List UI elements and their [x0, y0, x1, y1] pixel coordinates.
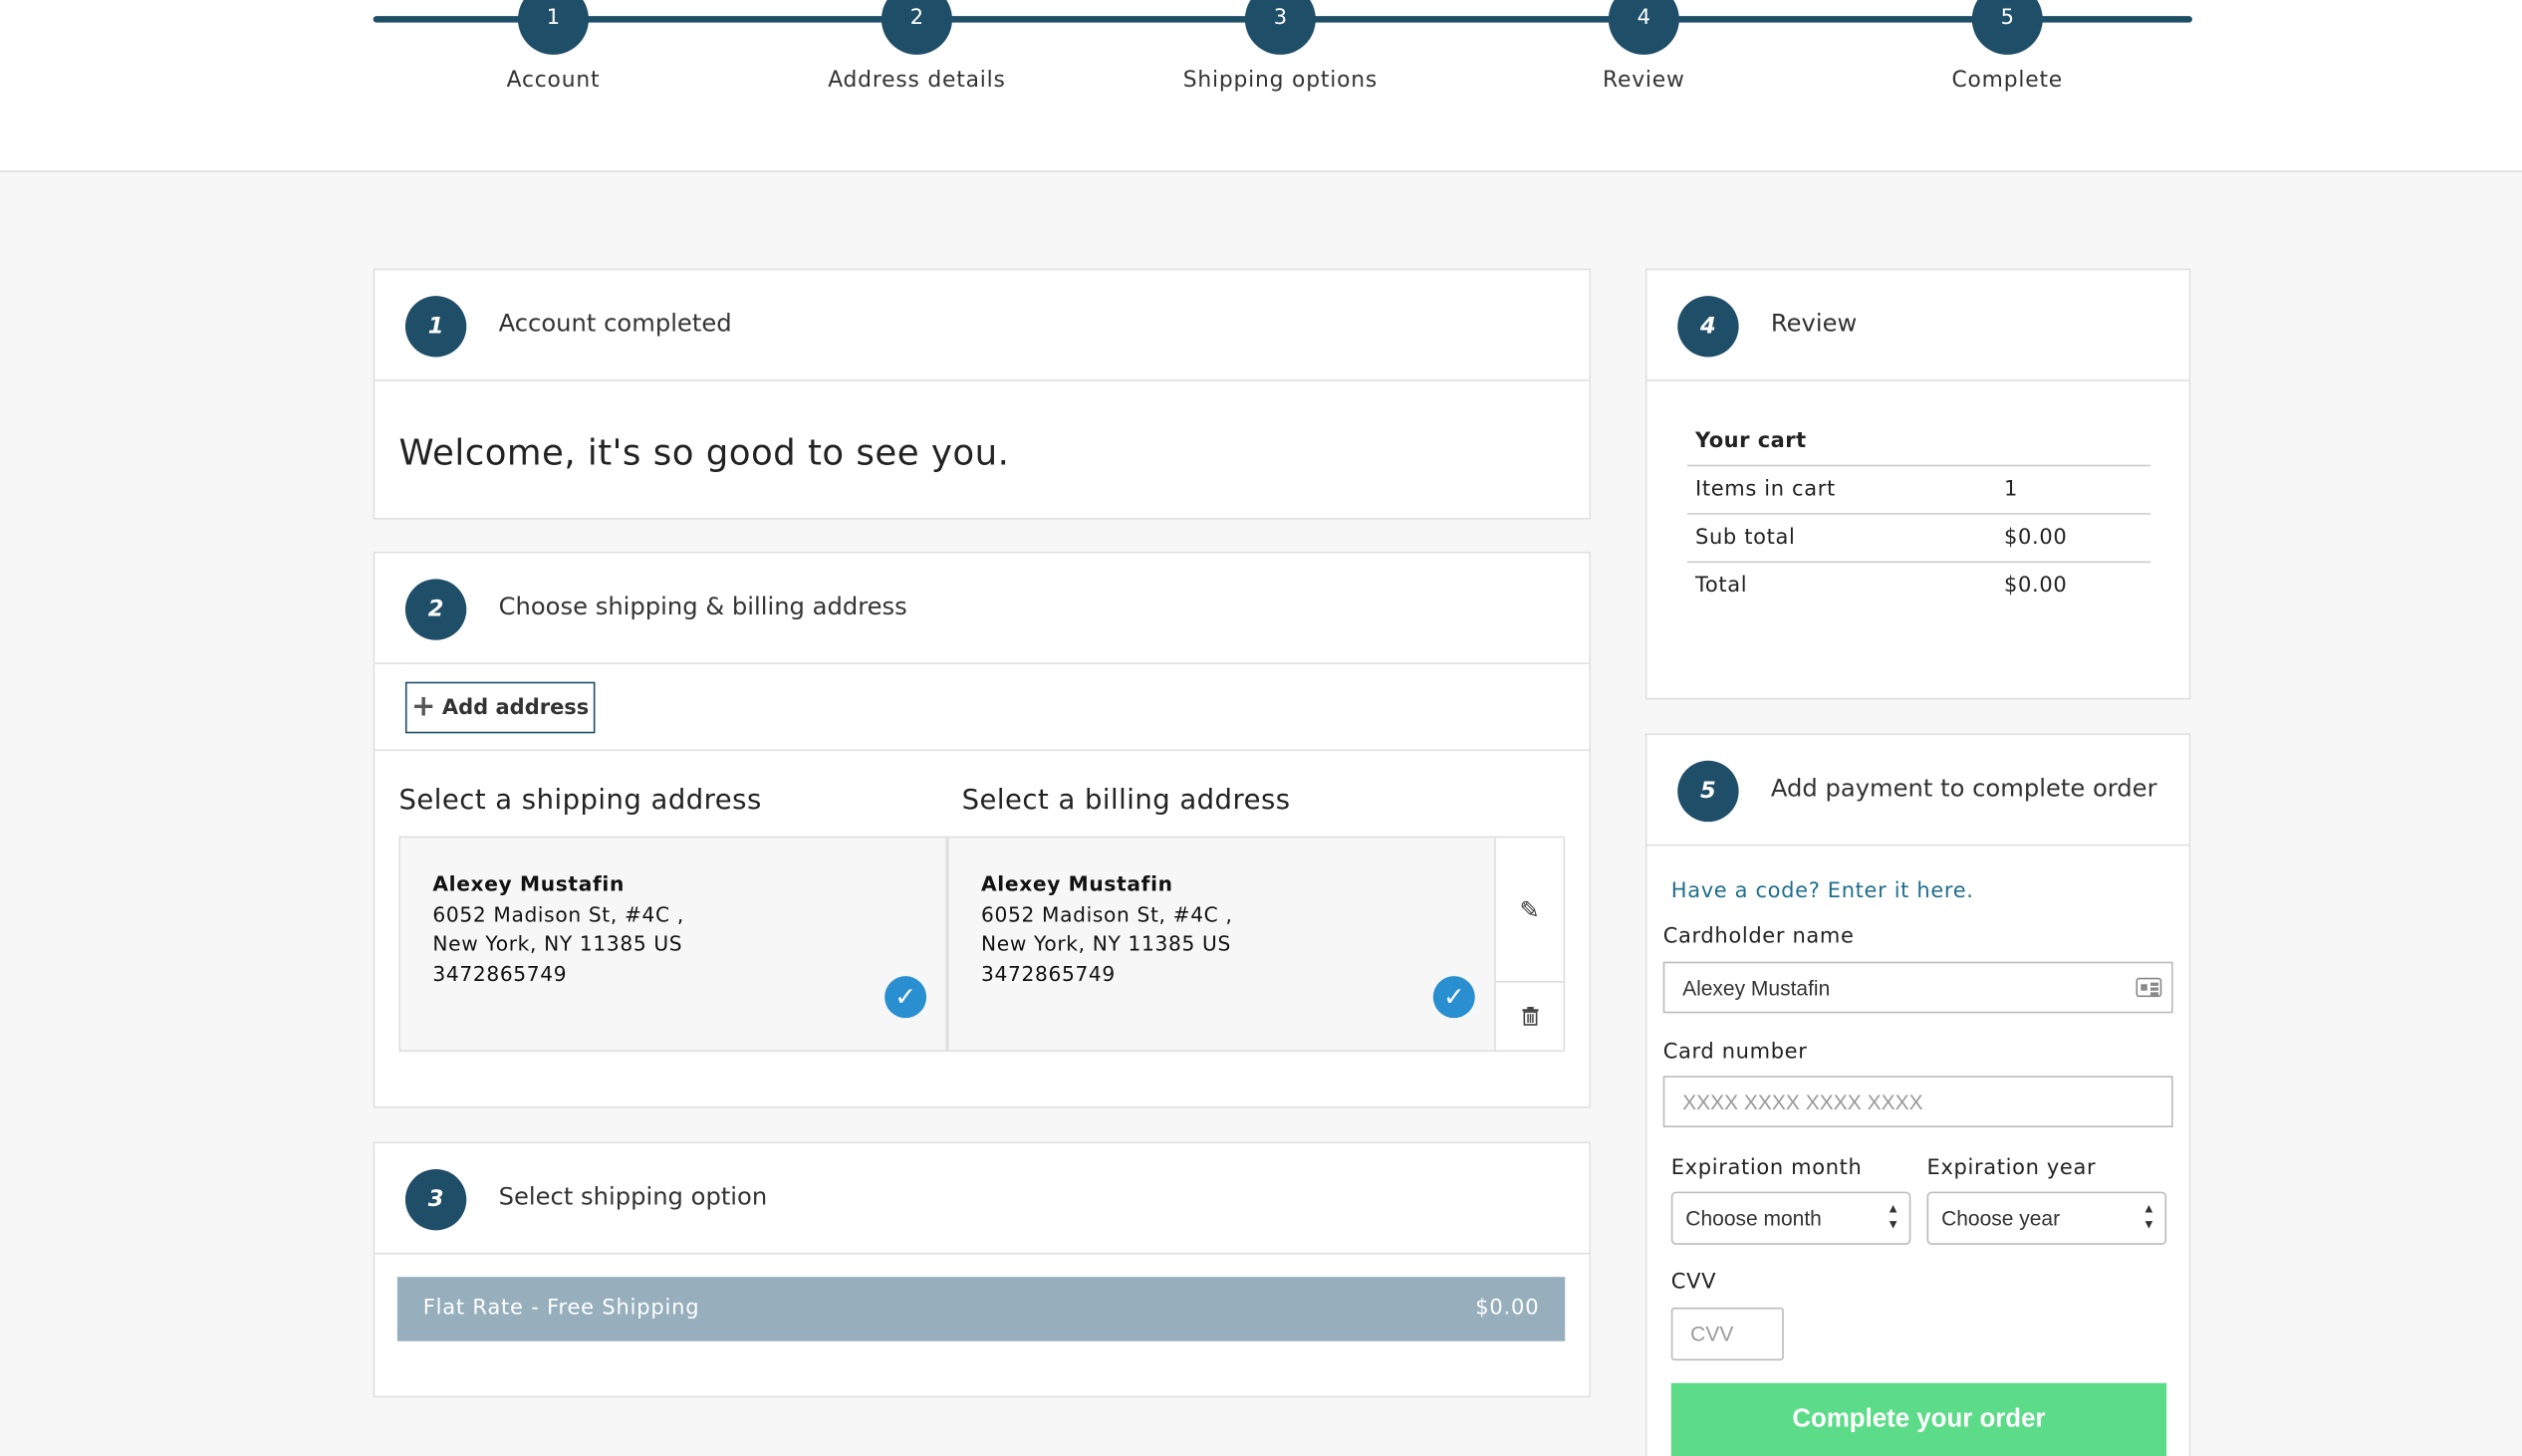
address-phone: 3472865749 [432, 961, 568, 987]
shipping-option-flat-rate[interactable]: Flat Rate - Free Shipping $0.00 [396, 1277, 1566, 1341]
review-panel-header: 4 Review [1646, 270, 2189, 381]
step-number: 2 [881, 0, 952, 55]
address-name: Alexey Mustafin [432, 871, 626, 896]
address-panel-header: 2 Choose shipping & billing address [375, 553, 1590, 664]
address-line-1: 6052 Madison St, #4C , [981, 901, 1233, 926]
checkout-progress-bar: 1 Account 2 Address details 3 Shipping o… [0, 0, 2522, 172]
promo-code-link[interactable]: Have a code? Enter it here. [1671, 879, 1974, 903]
cart-title: Your cart [1694, 429, 1807, 454]
step-label: Account [506, 67, 601, 94]
table-row: Total $0.00 [1686, 561, 2150, 609]
step-number: 5 [1971, 0, 2043, 55]
divider [375, 749, 1590, 752]
selected-check-icon: ✓ [884, 976, 927, 1019]
select-arrows-icon: ▲ ▼ [1887, 1201, 1900, 1232]
billing-address-heading: Select a billing address [961, 785, 1291, 818]
shipping-option-panel: 3 Select shipping option Flat Rate - Fre… [373, 1141, 1592, 1398]
expiration-month-select[interactable]: Choose month ▲ ▼ [1670, 1191, 1911, 1245]
step-label: Complete [1951, 67, 2064, 94]
address-panel: 2 Choose shipping & billing address + Ad… [373, 551, 1592, 1108]
shipping-address-card[interactable]: Alexey Mustafin 6052 Madison St, #4C , N… [398, 836, 948, 1053]
review-panel: 4 Review Your cart Items in cart 1 Sub t… [1644, 268, 2191, 700]
table-row: Items in cart 1 [1686, 464, 2150, 513]
section-title: Review [1770, 309, 1858, 339]
cvv-label: CVV [1670, 1270, 1717, 1295]
shipping-address-heading: Select a shipping address [398, 785, 762, 818]
selected-check-icon: ✓ [1432, 976, 1475, 1019]
welcome-message: Welcome, it's so good to see you. [398, 433, 1010, 475]
address-line-1: 6052 Madison St, #4C , [432, 901, 684, 926]
billing-address-card[interactable]: Alexey Mustafin 6052 Madison St, #4C , N… [947, 836, 1496, 1053]
section-title: Select shipping option [498, 1181, 768, 1211]
card-number-label: Card number [1662, 1040, 1808, 1065]
table-row: Sub total $0.00 [1686, 513, 2150, 561]
address-line-2: New York, NY 11385 US [981, 931, 1231, 956]
add-address-label: Add address [441, 695, 590, 720]
shipping-option-panel-header: 3 Select shipping option [375, 1143, 1590, 1255]
step-number: 4 [1608, 0, 1679, 55]
expiration-year-select[interactable]: Choose year ▲ ▼ [1926, 1191, 2167, 1245]
card-number-input[interactable] [1662, 1076, 2173, 1127]
address-name: Alexey Mustafin [981, 871, 1173, 896]
section-number-badge: 4 [1677, 296, 1739, 358]
select-arrows-icon: ▲ ▼ [2143, 1201, 2155, 1232]
shipping-option-price: $0.00 [1475, 1296, 1540, 1321]
payment-panel: 5 Add payment to complete order Have a c… [1644, 733, 2191, 1456]
address-line-2: New York, NY 11385 US [432, 931, 683, 956]
account-panel: 1 Account completed Welcome, it's so goo… [373, 268, 1592, 520]
step-number: 3 [1244, 0, 1316, 55]
section-title: Choose shipping & billing address [498, 592, 907, 621]
expiration-month-value: Choose month [1685, 1206, 1822, 1231]
cvv-input[interactable] [1670, 1307, 1784, 1361]
section-title: Add payment to complete order [1770, 773, 2157, 803]
shipping-option-name: Flat Rate - Free Shipping [422, 1296, 700, 1321]
add-address-button[interactable]: + Add address [404, 681, 596, 734]
expiration-month-label: Expiration month [1670, 1156, 1863, 1181]
address-phone: 3472865749 [981, 961, 1116, 987]
step-label: Address details [828, 67, 1006, 94]
row-label: Items in cart [1694, 477, 1836, 502]
payment-panel-header: 5 Add payment to complete order [1646, 735, 2189, 847]
row-value: $0.00 [2004, 574, 2068, 599]
section-number-badge: 5 [1677, 760, 1739, 823]
cart-summary-table: Items in cart 1 Sub total $0.00 Total $0… [1686, 464, 2150, 609]
account-panel-header: 1 Account completed [375, 270, 1590, 381]
contact-card-icon [2136, 977, 2162, 998]
step-label: Review [1602, 67, 1685, 94]
section-number-badge: 3 [404, 1168, 467, 1231]
row-label: Total [1694, 574, 1748, 599]
cardholder-name-input[interactable] [1662, 961, 2173, 1014]
address-actions: ✎ [1494, 836, 1566, 1053]
section-title: Account completed [498, 309, 732, 339]
pencil-icon[interactable]: ✎ [1496, 838, 1564, 981]
expiration-year-value: Choose year [1941, 1206, 2061, 1231]
step-number: 1 [517, 0, 590, 55]
cardholder-name-label: Cardholder name [1662, 924, 1855, 949]
section-number-badge: 1 [404, 296, 467, 358]
row-value: $0.00 [2004, 526, 2068, 551]
step-label: Shipping options [1182, 67, 1379, 94]
expiration-year-label: Expiration year [1926, 1156, 2097, 1181]
trash-icon[interactable] [1495, 981, 1564, 1050]
row-value: 1 [2004, 477, 2019, 502]
plus-icon: + [411, 689, 436, 724]
row-label: Sub total [1694, 526, 1796, 551]
section-number-badge: 2 [404, 579, 467, 640]
complete-order-button[interactable]: Complete your order [1670, 1382, 2167, 1456]
